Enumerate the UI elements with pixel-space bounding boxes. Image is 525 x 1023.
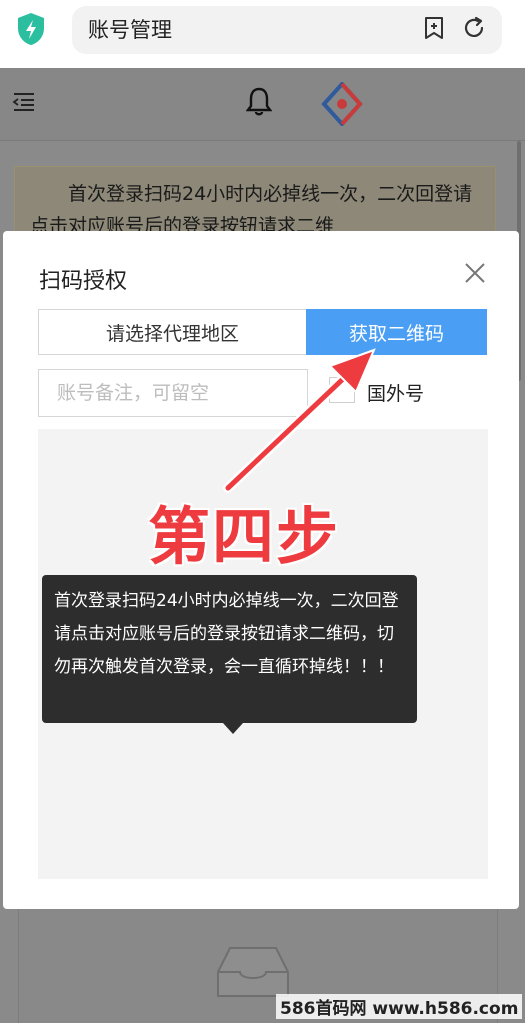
notice-text: 首次登录扫码24小时内必掉线一次，二次回登请点击对应账号后的登录按钮请求二维 (30, 183, 473, 232)
menu-collapse-icon[interactable] (12, 92, 36, 112)
empty-inbox-icon (217, 947, 289, 997)
step-annotation: 第四步 (148, 500, 341, 573)
bell-icon[interactable] (246, 86, 272, 116)
foreign-number-label: 国外号 (367, 383, 425, 405)
tooltip-pointer (223, 723, 243, 734)
tooltip-text: 首次登录扫码24小时内必掉线一次，二次回登请点击对应账号后的登录按钮请求二维码，… (54, 591, 399, 677)
close-icon[interactable] (463, 261, 487, 285)
reload-icon[interactable] (462, 16, 486, 40)
dialog-title: 扫码授权 (39, 269, 128, 294)
browser-toolbar: 账号管理 (0, 0, 525, 68)
get-qr-code-button[interactable]: 获取二维码 (306, 309, 487, 355)
select-region-button[interactable]: 请选择代理地区 (38, 309, 306, 355)
add-bookmark-icon[interactable] (422, 16, 446, 40)
app-header (0, 68, 525, 141)
page-title[interactable]: 账号管理 (88, 14, 172, 44)
app-logo-icon (321, 82, 363, 126)
shield-icon[interactable] (16, 12, 46, 46)
foreign-number-checkbox[interactable] (329, 377, 355, 403)
account-remark-input[interactable] (38, 369, 308, 417)
warning-tooltip: 首次登录扫码24小时内必掉线一次，二次回登请点击对应账号后的登录按钮请求二维码，… (42, 575, 417, 723)
watermark: 586首码网 www.h586.com (276, 994, 523, 1019)
